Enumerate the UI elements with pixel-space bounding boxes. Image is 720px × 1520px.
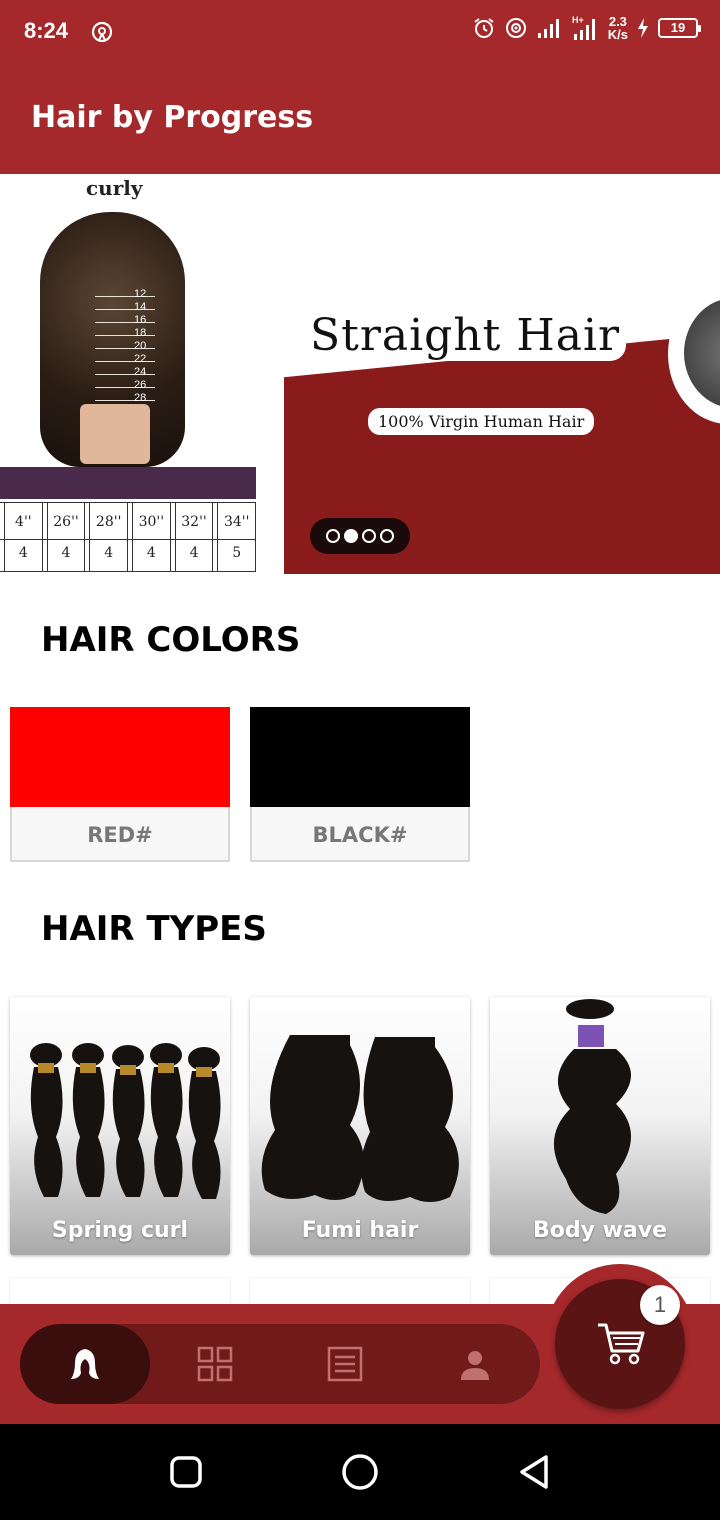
bundle-count-cell: 4 <box>4 534 43 571</box>
bundle-count-cell: 4 <box>89 534 129 571</box>
measure-label: 28 <box>134 392 147 404</box>
banner-carousel[interactable]: curly 12 14 16 18 20 22 24 26 28 4'' 26'' 28'' 30''… <box>0 174 720 574</box>
bundle-count-cell: 4 <box>174 534 214 571</box>
signal-hplus-icon: H+ <box>572 15 595 40</box>
carousel-dot[interactable] <box>344 529 358 543</box>
body-wave-image <box>553 999 631 1214</box>
carousel-dot[interactable] <box>326 529 340 543</box>
status-bar: 8:24 H+ 2.3 K/s 19 <box>0 0 720 66</box>
hair-type-card-spring-curl[interactable]: Spring curl <box>10 997 230 1255</box>
network-speed-unit: K/s <box>607 27 628 42</box>
hotspot-signal-icon <box>505 18 526 38</box>
status-icons: H+ 2.3 K/s 19 <box>472 14 701 42</box>
neck-image <box>80 404 150 464</box>
carousel-dot[interactable] <box>362 529 376 543</box>
bundle-count-cell: 4 <box>132 534 171 571</box>
hair-types-heading: HAIR TYPES <box>41 909 267 949</box>
color-label: BLACK# <box>312 823 408 847</box>
measure-label: 12 <box>134 288 147 300</box>
system-navigation-bar <box>0 1424 720 1520</box>
measure-label: 20 <box>134 340 147 352</box>
hair-type-label: Spring curl <box>51 1218 189 1243</box>
bundle-count-cell: 5 <box>217 534 257 571</box>
profile-icon[interactable] <box>457 1346 493 1382</box>
color-swatch <box>10 707 230 807</box>
hair-colors-heading: HAIR COLORS <box>41 620 301 660</box>
color-label: RED# <box>87 823 153 847</box>
recent-apps-icon[interactable] <box>166 1452 206 1492</box>
measure-label: 16 <box>134 314 147 326</box>
network-speed: 2.3 K/s <box>608 15 628 41</box>
color-card-red[interactable]: RED# <box>10 707 230 862</box>
chart-title: curly <box>86 176 143 200</box>
color-card-black[interactable]: BLACK# <box>250 707 470 862</box>
hair-icon <box>71 1349 99 1379</box>
nav-item-home[interactable] <box>20 1324 150 1404</box>
measure-label: 14 <box>134 301 147 313</box>
cart-count-badge: 1 <box>640 1285 680 1325</box>
measure-label: 18 <box>134 327 147 339</box>
carousel-dot[interactable] <box>380 529 394 543</box>
list-icon[interactable] <box>327 1346 363 1382</box>
hair-type-label: Fumi hair <box>301 1218 419 1243</box>
length-table-values: 444445 <box>0 534 257 572</box>
nav-pill <box>20 1324 540 1404</box>
hair-type-label: Body wave <box>532 1218 668 1243</box>
promo-title: Straight Hair <box>304 310 627 361</box>
back-icon[interactable] <box>514 1452 554 1492</box>
grid-icon[interactable] <box>197 1346 233 1382</box>
app-title: Hair by Progress <box>31 100 314 135</box>
home-icon[interactable] <box>340 1452 380 1492</box>
cart-icon <box>598 1323 645 1365</box>
fumi-hair-image <box>261 1035 459 1202</box>
promo-subtitle: 100% Virgin Human Hair <box>368 408 595 435</box>
status-time: 8:24 <box>24 18 69 43</box>
charging-icon <box>638 18 648 38</box>
alarm-icon <box>474 18 494 38</box>
measure-label: 22 <box>134 353 147 365</box>
banner-slide-straight-hair[interactable]: Straight Hair 100% Virgin Human Hair <box>284 174 720 574</box>
spring-curl-image <box>30 1043 221 1199</box>
hotspot-icon <box>91 21 113 43</box>
measure-label: 26 <box>134 379 147 391</box>
chart-bar <box>0 467 256 499</box>
svg-text:H+: H+ <box>572 15 584 25</box>
hair-type-card-fumi-hair[interactable]: Fumi hair <box>250 997 470 1255</box>
color-swatch <box>250 707 470 807</box>
bundle-count-cell: 4 <box>46 534 86 571</box>
measure-label: 24 <box>134 366 147 378</box>
banner-slide-length-chart[interactable]: curly 12 14 16 18 20 22 24 26 28 4'' 26'' 28'' 30''… <box>0 174 257 574</box>
hair-type-card-body-wave[interactable]: Body wave <box>490 997 710 1255</box>
battery-indicator: 19 <box>658 18 701 38</box>
carousel-indicator[interactable] <box>310 518 410 554</box>
signal-icon <box>537 19 559 38</box>
